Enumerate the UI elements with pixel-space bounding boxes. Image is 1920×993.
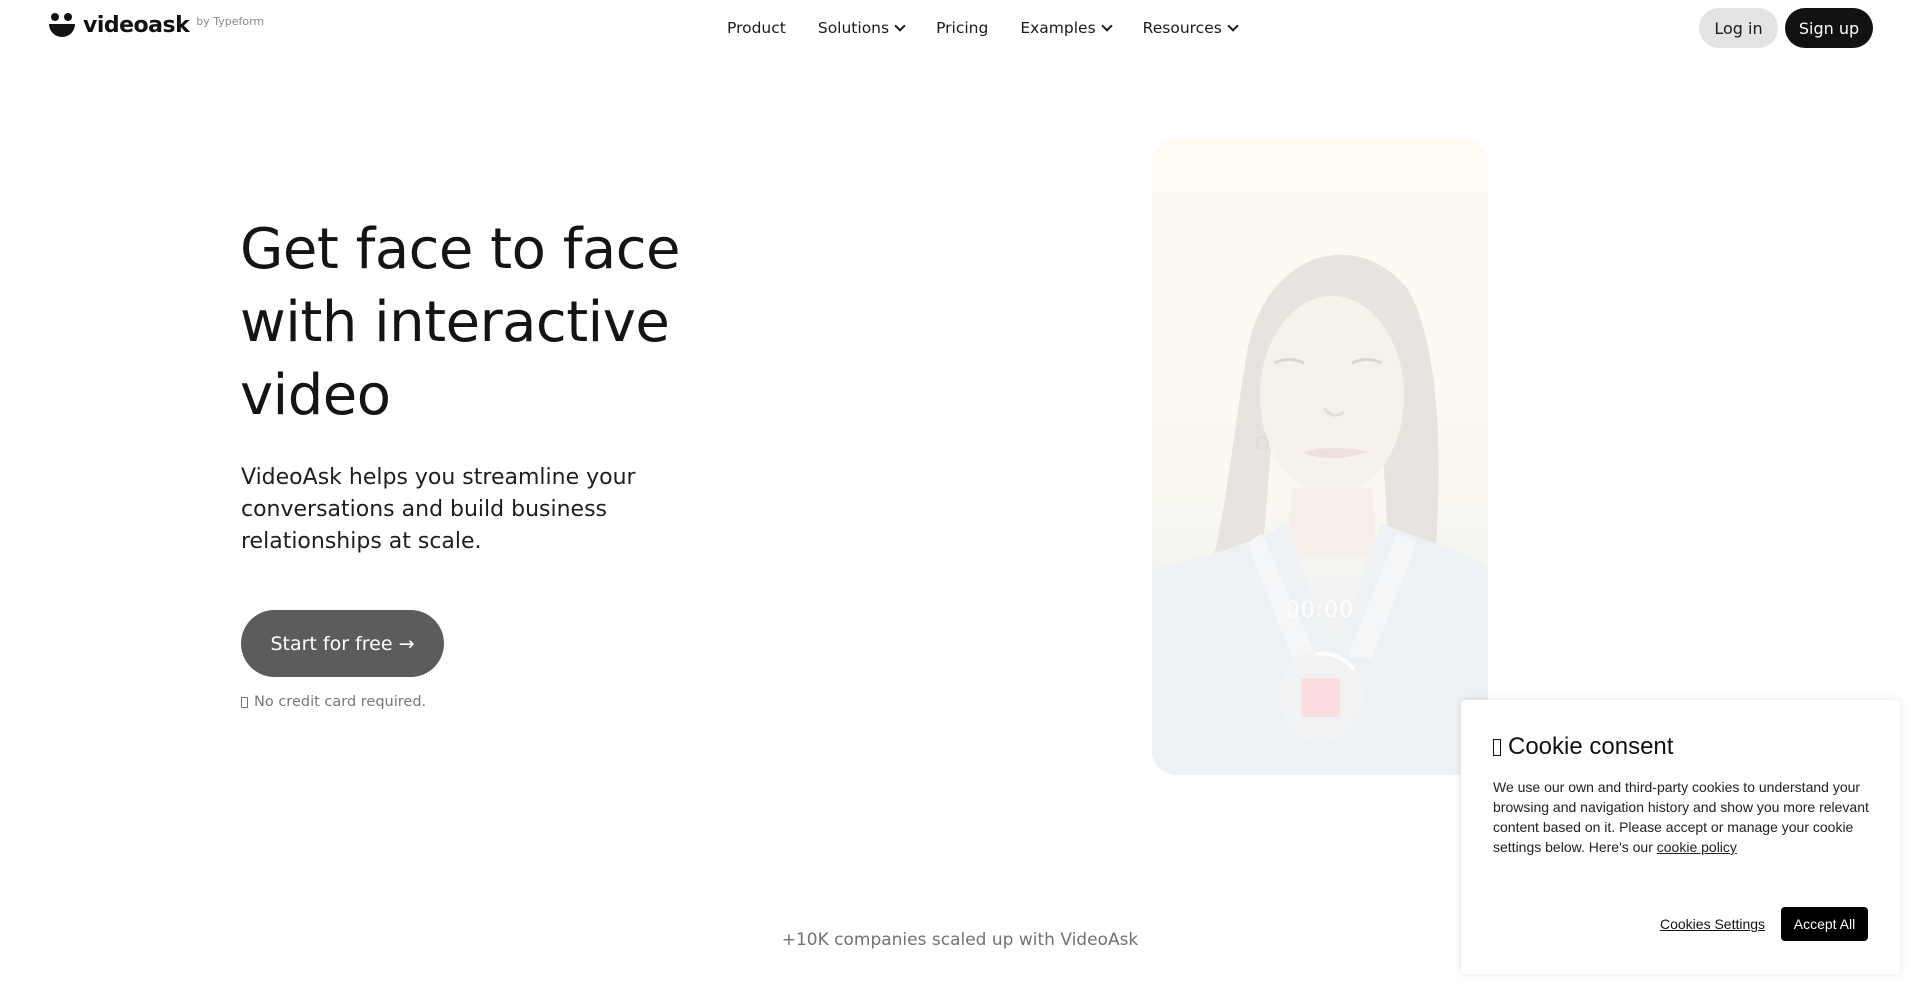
nav-examples[interactable]: Examples (1020, 19, 1113, 37)
start-for-free-button[interactable]: Start for free → (241, 610, 444, 677)
video-preview[interactable]: 00:00 (1152, 138, 1488, 775)
nav-solutions-label: Solutions (817, 19, 890, 37)
chevron-down-icon (1100, 19, 1113, 32)
nav-resources-label: Resources (1142, 19, 1222, 37)
record-control[interactable] (1279, 650, 1363, 742)
nav-product[interactable]: Product (727, 19, 786, 37)
no-credit-card-note: No credit card required. (241, 694, 426, 710)
smiley-logo-icon (49, 13, 75, 39)
hero-subtitle: VideoAsk helps you streamline your conve… (241, 465, 636, 554)
main-nav: Product Solutions Pricing Examples Resou… (727, 0, 1269, 56)
emoji-icon (241, 696, 248, 708)
cookie-title-text: Cookie consent (1508, 733, 1674, 760)
site-header: videoask by Typeform Product Solutions P… (0, 0, 1920, 56)
nav-resources[interactable]: Resources (1142, 19, 1239, 37)
hero-title: Get face to face with interactive video (240, 217, 680, 428)
nav-solutions[interactable]: Solutions (817, 19, 906, 37)
stop-recording-button[interactable] (1301, 678, 1340, 717)
login-button[interactable]: Log in (1699, 8, 1778, 48)
videoask-logo[interactable]: videoask by Typeform (49, 10, 264, 42)
logo-byline: by Typeform (196, 15, 265, 28)
cookie-title: Cookie consent (1493, 733, 1673, 761)
nav-pricing[interactable]: Pricing (936, 19, 988, 37)
nav-product-label: Product (727, 19, 786, 37)
nav-examples-label: Examples (1020, 19, 1096, 37)
cookies-settings-link[interactable]: Cookies Settings (1660, 907, 1765, 941)
cookie-consent-dialog: Cookie consent We use our own and third-… (1461, 700, 1900, 974)
nav-pricing-label: Pricing (936, 19, 989, 37)
cookie-emoji-icon (1493, 738, 1501, 756)
chevron-down-icon (1227, 19, 1239, 32)
logo-wordmark: videoask (83, 13, 190, 38)
cookie-description: We use our own and third-party cookies t… (1493, 777, 1877, 857)
accept-all-button[interactable]: Accept All (1781, 907, 1868, 941)
no-credit-card-text: No credit card required. (254, 694, 427, 710)
recording-timer: 00:00 (1285, 598, 1355, 623)
signup-button[interactable]: Sign up (1785, 8, 1873, 48)
cookie-policy-link[interactable]: cookie policy (1657, 839, 1737, 855)
chevron-down-icon (894, 19, 906, 32)
